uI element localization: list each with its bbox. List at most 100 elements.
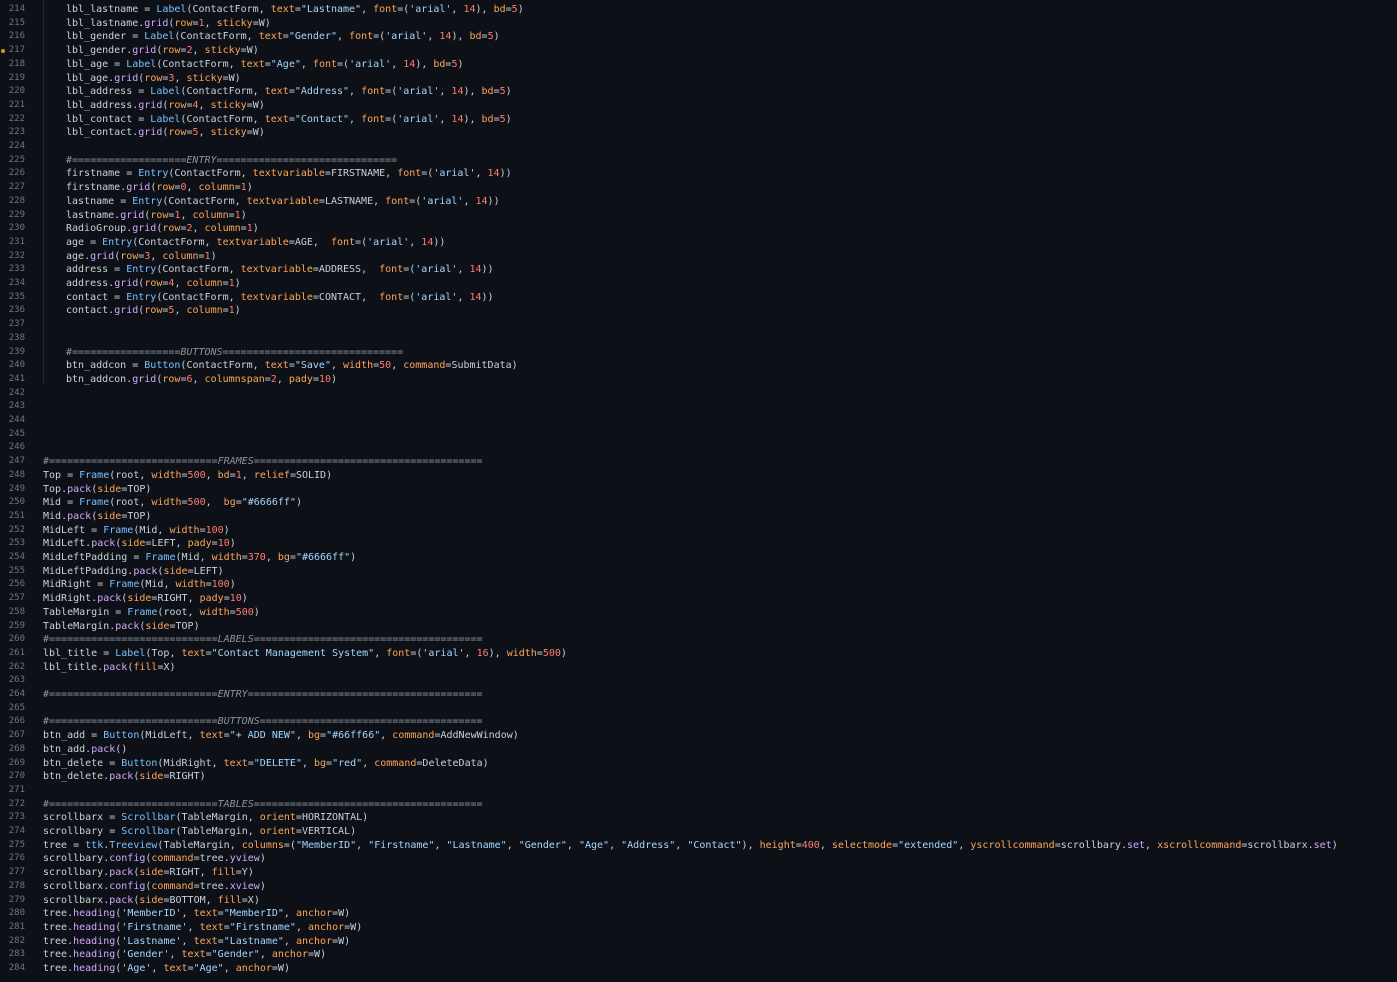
code-line[interactable]: 281 tree.heading('Firstname', text="First… xyxy=(0,921,1397,935)
line-code: scrollbarx.config(command=tree.xview) xyxy=(43,880,266,892)
code-line[interactable]: 267 btn_add = Button(MidLeft, text="+ ADD… xyxy=(0,729,1397,743)
code-line[interactable]: 216 lbl_gender = Label(ContactForm, text=… xyxy=(0,30,1397,44)
code-line[interactable]: 227 firstname.grid(row=0, column=1) xyxy=(0,181,1397,195)
line-code: MidLeft = Frame(Mid, width=100) xyxy=(43,524,230,536)
code-line[interactable]: 272 #============================TABLES==… xyxy=(0,798,1397,812)
line-code: lbl_address = Label(ContactForm, text="A… xyxy=(66,86,512,98)
code-line[interactable]: 226 firstname = Entry(ContactForm, textva… xyxy=(0,167,1397,181)
line-number: 276 xyxy=(8,853,25,864)
code-line[interactable]: 270 btn_delete.pack(side=RIGHT) xyxy=(0,770,1397,784)
line-number: 220 xyxy=(8,86,25,97)
code-line[interactable]: 242 xyxy=(0,387,1397,401)
code-line[interactable]: 261 lbl_title = Label(Top, text="Contact … xyxy=(0,647,1397,661)
code-line[interactable]: 269 btn_delete = Button(MidRight, text="D… xyxy=(0,757,1397,771)
code-line[interactable]: 239 #==================BUTTONS===========… xyxy=(0,346,1397,360)
line-code: scrollbary.pack(side=RIGHT, fill=Y) xyxy=(43,867,254,879)
code-line[interactable]: 264 #============================ENTRY===… xyxy=(0,688,1397,702)
code-line[interactable]: 276 scrollbary.config(command=tree.yview) xyxy=(0,852,1397,866)
code-line[interactable]: 254 MidLeftPadding = Frame(Mid, width=370… xyxy=(0,551,1397,565)
code-line[interactable]: 248 Top = Frame(root, width=500, bd=1, re… xyxy=(0,469,1397,483)
code-line[interactable]: 283 tree.heading('Gender', text="Gender",… xyxy=(0,948,1397,962)
line-code: Top.pack(side=TOP) xyxy=(43,483,152,495)
code-line[interactable]: 280 tree.heading('MemberID', text="Member… xyxy=(0,907,1397,921)
code-line[interactable]: 266 #============================BUTTONS=… xyxy=(0,715,1397,729)
code-line[interactable]: 256 MidRight = Frame(Mid, width=100) xyxy=(0,578,1397,592)
code-line[interactable]: 236 contact.grid(row=5, column=1) xyxy=(0,304,1397,318)
code-line[interactable]: 244 xyxy=(0,414,1397,428)
code-line[interactable]: 225 #===================ENTRY============… xyxy=(0,154,1397,168)
code-line[interactable]: 245 xyxy=(0,428,1397,442)
code-line[interactable]: 235 contact = Entry(ContactForm, textvari… xyxy=(0,291,1397,305)
code-line[interactable]: 234 address.grid(row=4, column=1) xyxy=(0,277,1397,291)
line-code: lbl_lastname = Label(ContactForm, text="… xyxy=(66,4,524,15)
code-line[interactable]: 229 lastname.grid(row=1, column=1) xyxy=(0,209,1397,223)
line-code: Mid.pack(side=TOP) xyxy=(43,510,152,522)
code-line[interactable]: 279 scrollbarx.pack(side=BOTTOM, fill=X) xyxy=(0,894,1397,908)
code-line[interactable]: 284 tree.heading('Age', text="Age", ancho… xyxy=(0,962,1397,976)
line-number: 271 xyxy=(8,784,25,795)
code-line[interactable]: 241 btn_addcon.grid(row=6, columnspan=2, … xyxy=(0,373,1397,387)
line-number: 244 xyxy=(8,415,25,425)
code-line[interactable]: 246 xyxy=(0,441,1397,455)
line-code: tree.heading('Age', text="Age", anchor=W… xyxy=(43,963,290,974)
code-line[interactable]: 255 MidLeftPadding.pack(side=LEFT) xyxy=(0,565,1397,579)
line-number: 245 xyxy=(8,428,25,439)
line-number: 231 xyxy=(8,236,25,247)
code-line[interactable]: 214 lbl_lastname = Label(ContactForm, tex… xyxy=(0,3,1397,17)
code-line[interactable]: 252 MidLeft = Frame(Mid, width=100) xyxy=(0,524,1397,538)
code-line[interactable]: 273 scrollbarx = Scrollbar(TableMargin, o… xyxy=(0,811,1397,825)
code-line[interactable]: 220 lbl_address = Label(ContactForm, text… xyxy=(0,85,1397,99)
code-line[interactable]: 253 MidLeft.pack(side=LEFT, pady=10) xyxy=(0,537,1397,551)
code-line[interactable]: 238 xyxy=(0,332,1397,346)
code-line[interactable]: 223 lbl_contact.grid(row=5, sticky=W) xyxy=(0,126,1397,140)
code-line[interactable]: 215 lbl_lastname.grid(row=1, sticky=W) xyxy=(0,17,1397,31)
code-line[interactable]: 249 Top.pack(side=TOP) xyxy=(0,483,1397,497)
line-number: 262 xyxy=(8,661,25,672)
code-line[interactable]: 282 tree.heading('Lastname', text="Lastna… xyxy=(0,935,1397,949)
code-line[interactable]: 250 Mid = Frame(root, width=500, bg="#666… xyxy=(0,496,1397,510)
code-line[interactable]: 240 btn_addcon = Button(ContactForm, text… xyxy=(0,359,1397,373)
line-code: MidLeftPadding = Frame(Mid, width=370, b… xyxy=(43,552,357,563)
line-code: #==================BUTTONS==============… xyxy=(66,346,404,358)
code-line[interactable]: 232 age.grid(row=3, column=1) xyxy=(0,250,1397,264)
line-number: 265 xyxy=(8,702,25,713)
line-number: 258 xyxy=(8,606,25,617)
code-line[interactable]: 218 lbl_age = Label(ContactForm, text="Ag… xyxy=(0,58,1397,72)
code-line[interactable]: 221 lbl_address.grid(row=4, sticky=W) xyxy=(0,99,1397,113)
code-line[interactable]: 278 scrollbarx.config(command=tree.xview) xyxy=(0,880,1397,894)
line-number: 260 xyxy=(8,634,25,645)
code-line[interactable]: 219 lbl_age.grid(row=3, sticky=W) xyxy=(0,72,1397,86)
code-line[interactable]: 265 xyxy=(0,702,1397,716)
code-line[interactable]: 217 lbl_gender.grid(row=2, sticky=W) xyxy=(0,44,1397,58)
line-code: #===================ENTRY===============… xyxy=(66,154,398,166)
code-line[interactable]: 233 address = Entry(ContactForm, textvari… xyxy=(0,263,1397,277)
code-line[interactable]: 263 xyxy=(0,674,1397,688)
code-line[interactable]: 268 btn_add.pack() xyxy=(0,743,1397,757)
code-line[interactable]: 224 xyxy=(0,140,1397,154)
code-line[interactable]: 271 xyxy=(0,784,1397,798)
line-number: 241 xyxy=(8,373,25,384)
line-number: 277 xyxy=(8,867,25,878)
code-line[interactable]: 274 scrollbary = Scrollbar(TableMargin, o… xyxy=(0,825,1397,839)
code-line[interactable]: 259 TableMargin.pack(side=TOP) xyxy=(0,620,1397,634)
code-line[interactable]: 228 lastname = Entry(ContactForm, textvar… xyxy=(0,195,1397,209)
line-code: scrollbary = Scrollbar(TableMargin, orie… xyxy=(43,826,357,837)
line-code: MidLeft.pack(side=LEFT, pady=10) xyxy=(43,538,236,550)
code-line[interactable]: 243 xyxy=(0,400,1397,414)
line-code: MidRight = Frame(Mid, width=100) xyxy=(43,579,236,591)
code-line[interactable]: 247 #============================FRAMES==… xyxy=(0,455,1397,469)
code-line[interactable]: 231 age = Entry(ContactForm, textvariable… xyxy=(0,236,1397,250)
code-editor[interactable]: 214 lbl_lastname = Label(ContactForm, tex… xyxy=(0,0,1397,982)
code-line[interactable]: 277 scrollbary.pack(side=RIGHT, fill=Y) xyxy=(0,866,1397,880)
code-line[interactable]: 251 Mid.pack(side=TOP) xyxy=(0,510,1397,524)
line-number: 249 xyxy=(8,483,25,494)
code-line[interactable]: 262 lbl_title.pack(fill=X) xyxy=(0,661,1397,675)
code-line[interactable]: 222 lbl_contact = Label(ContactForm, text… xyxy=(0,113,1397,127)
code-line[interactable]: 230 RadioGroup.grid(row=2, column=1) xyxy=(0,222,1397,236)
code-line[interactable]: 275 tree = ttk.Treeview(TableMargin, colu… xyxy=(0,839,1397,853)
code-line[interactable]: 237 xyxy=(0,318,1397,332)
code-line[interactable]: 257 MidRight.pack(side=RIGHT, pady=10) xyxy=(0,592,1397,606)
line-number: 218 xyxy=(8,58,25,69)
code-line[interactable]: 260 #============================LABELS==… xyxy=(0,633,1397,647)
code-line[interactable]: 258 TableMargin = Frame(root, width=500) xyxy=(0,606,1397,620)
